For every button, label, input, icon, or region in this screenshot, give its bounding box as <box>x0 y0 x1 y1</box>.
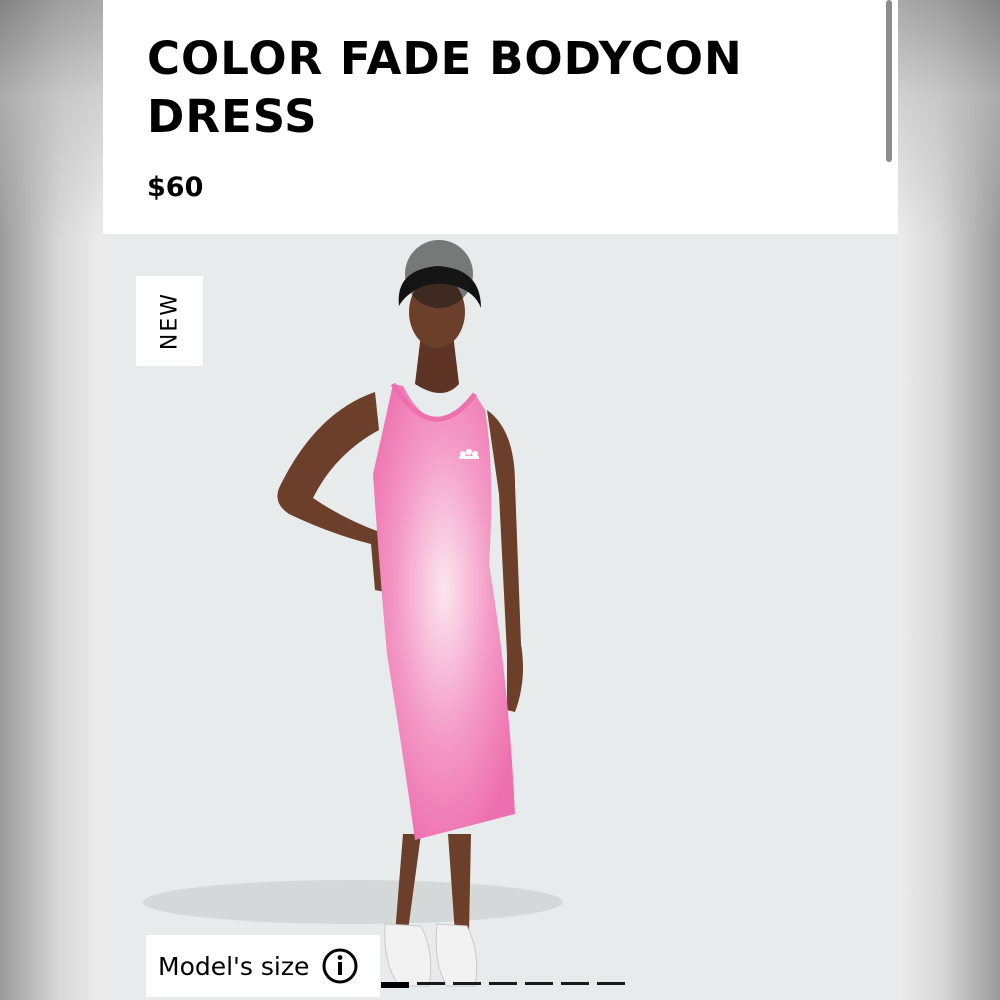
product-page: COLOR FADE BODYCON DRESS $60 NEW Model's… <box>103 0 898 1000</box>
product-title: COLOR FADE BODYCON DRESS <box>147 32 743 143</box>
model-hair-curl <box>405 240 473 308</box>
carousel-dot-2[interactable] <box>417 982 445 985</box>
scrollbar[interactable] <box>886 0 892 162</box>
product-price: $60 <box>147 172 204 203</box>
carousel-dot-5[interactable] <box>525 982 553 985</box>
new-badge: NEW <box>136 276 203 366</box>
sneaker-right <box>435 923 478 987</box>
carousel-dot-7[interactable] <box>597 982 625 985</box>
carousel-dot-6[interactable] <box>561 982 589 985</box>
models-size-button[interactable]: Model's size <box>146 935 380 997</box>
models-size-label: Model's size <box>158 951 310 981</box>
image-carousel-indicators <box>381 982 625 988</box>
product-image-area[interactable]: NEW Model's size <box>103 234 898 1000</box>
model-left-arm <box>277 392 385 592</box>
product-header: COLOR FADE BODYCON DRESS $60 <box>103 0 898 234</box>
carousel-dot-1[interactable] <box>381 982 409 988</box>
carousel-dot-3[interactable] <box>453 982 481 985</box>
carousel-dot-4[interactable] <box>489 982 517 985</box>
product-image <box>143 240 563 987</box>
info-icon <box>322 948 358 984</box>
floor-shadow <box>143 880 563 924</box>
new-badge-label: NEW <box>157 291 182 351</box>
sneaker-left <box>384 923 432 987</box>
